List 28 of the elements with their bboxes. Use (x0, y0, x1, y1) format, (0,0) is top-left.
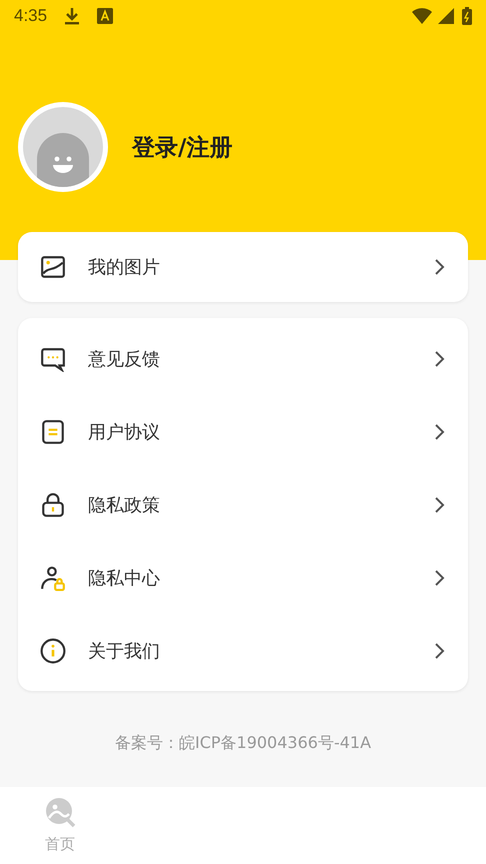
info-icon (40, 638, 66, 664)
lock-icon (40, 492, 66, 518)
menu-item[interactable]: 隐私中心 (88, 566, 412, 590)
login-link[interactable]: 登录/注册 (132, 132, 232, 162)
download-icon (65, 7, 80, 25)
image-icon (40, 254, 66, 280)
menu-item[interactable]: 用户协议 (88, 420, 412, 444)
menu-item[interactable]: 我的图片 (88, 255, 412, 279)
chat-icon (40, 346, 66, 372)
battery-icon (462, 7, 472, 25)
wifi-icon (412, 8, 432, 24)
signal-icon (438, 8, 454, 24)
menu-item[interactable]: 隐私政策 (88, 492, 412, 516)
chevron-right-icon (434, 422, 446, 440)
avatar[interactable] (23, 107, 103, 187)
document-icon (40, 418, 66, 444)
image-search-icon (44, 797, 76, 829)
menu-item[interactable]: 关于我们 (88, 638, 412, 662)
chevron-right-icon (434, 258, 446, 276)
chevron-right-icon (434, 496, 446, 514)
chevron-right-icon (434, 568, 446, 586)
user-lock-icon (40, 564, 66, 590)
chevron-right-icon (434, 350, 446, 368)
keyboard-badge-icon (97, 8, 114, 24)
icp-filing-text: 备案号：皖ICP备19004366号-41A (114, 733, 372, 754)
chevron-right-icon (434, 642, 446, 660)
status-time: 4:35 (14, 6, 48, 26)
menu-item[interactable]: 意见反馈 (88, 346, 412, 370)
